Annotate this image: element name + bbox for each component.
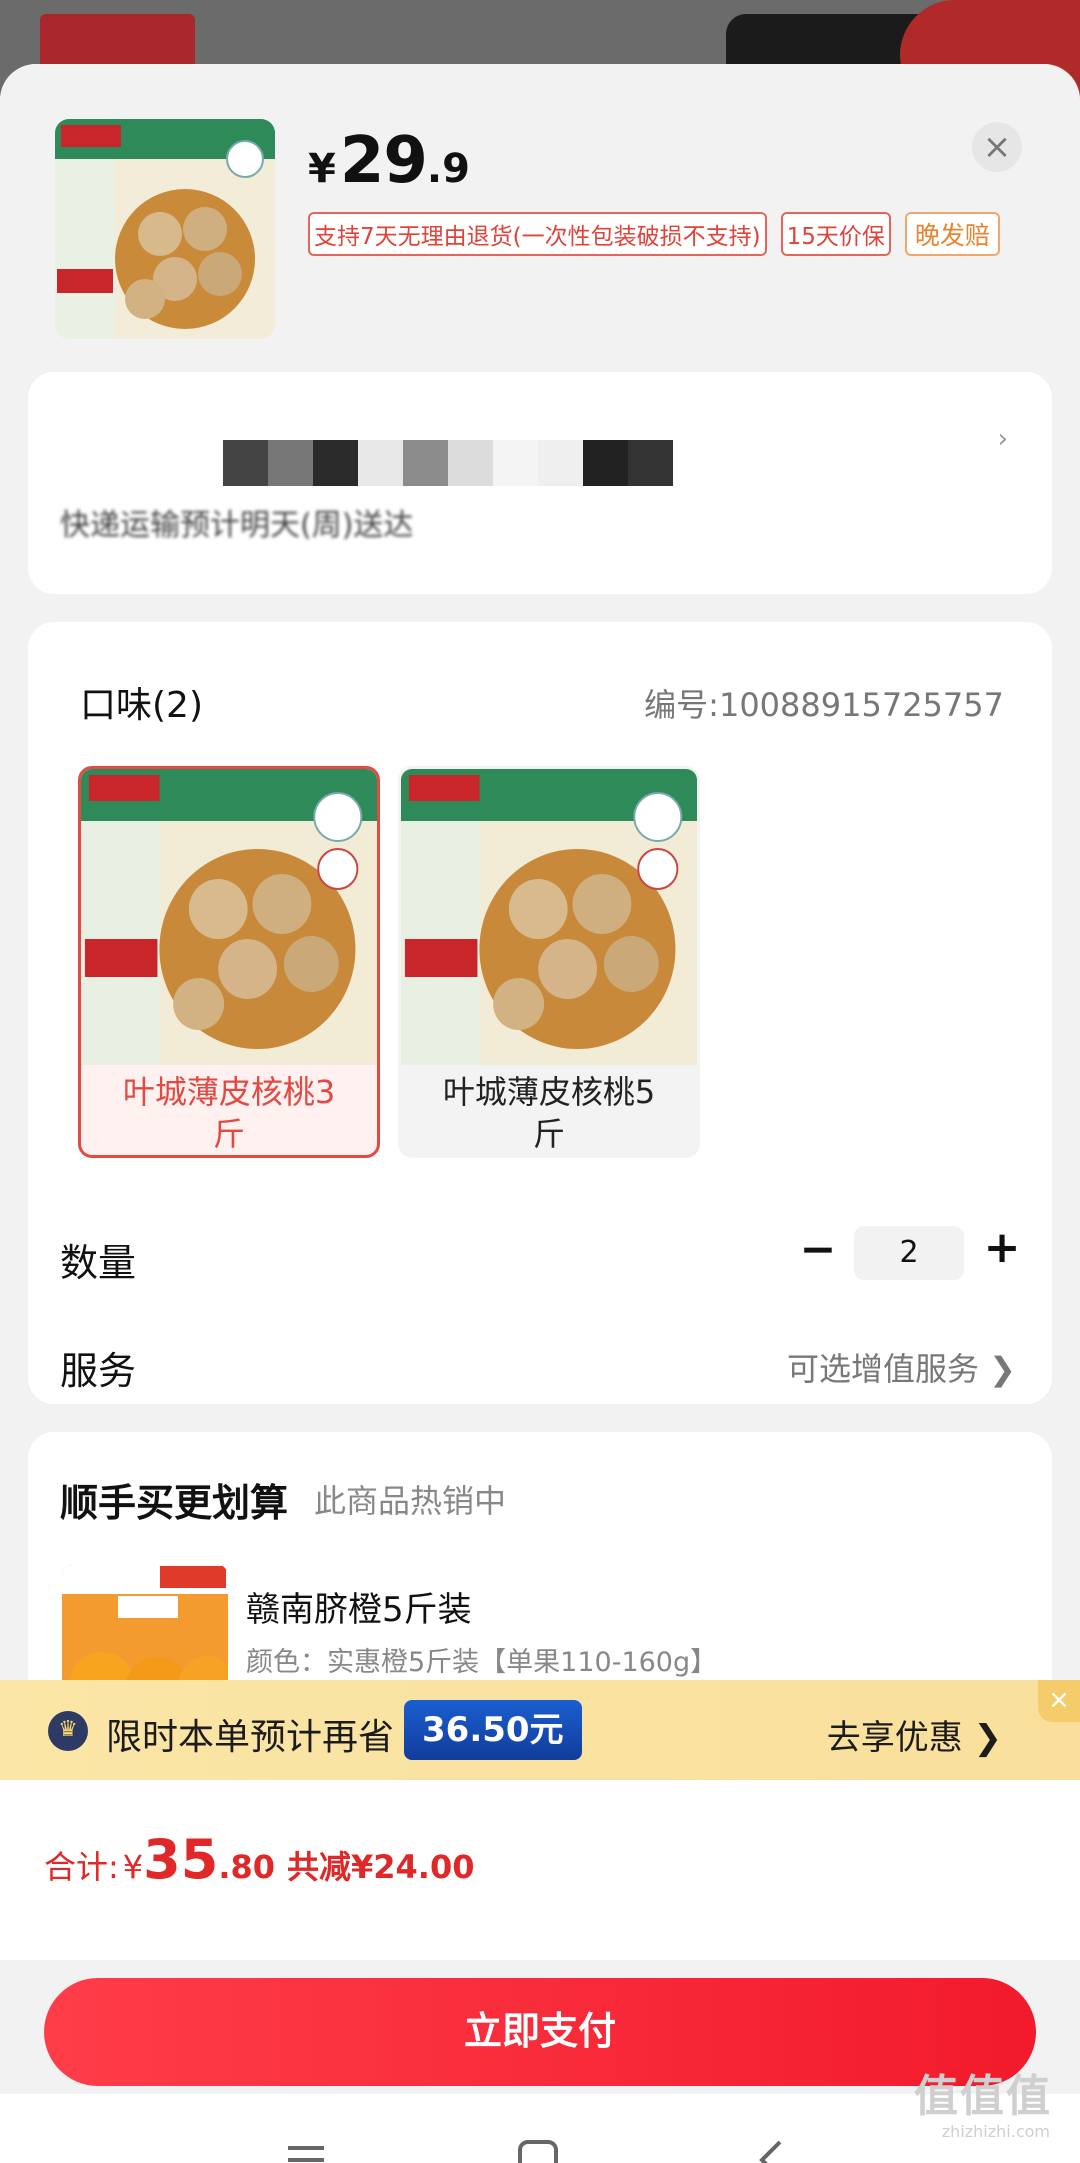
flavor-title: 口味(2) (80, 685, 203, 726)
product-sku: 编号:10088915725757 (644, 686, 1004, 724)
variant-option-3jin[interactable]: 叶城薄皮核桃3斤 (78, 766, 380, 1158)
total-bar: 合计: ¥ 35 .80 共减¥24.00 (0, 1780, 1080, 1960)
cross-sell-card: 顺手买更划算 此商品热销中 赣南脐橙5斤装 颜色：实惠橙5斤装【单果110-16… (28, 1432, 1052, 1692)
delivery-estimate: 快递运输预计明天(周)送达 (60, 508, 414, 543)
promo-amount-badge: 36.50元 (404, 1700, 582, 1760)
purchase-sheet: ¥ 29 .9 × 支持7天无理由退货(一次性包装破损不支持) 15天价保 晚发… (0, 64, 1080, 2163)
product-thumbnail (55, 119, 275, 339)
watermark: 值值值 (914, 2071, 1052, 2122)
variant-option-5jin[interactable]: 叶城薄皮核桃5斤 (398, 766, 700, 1158)
sheet-header: ¥ 29 .9 × 支持7天无理由退货(一次性包装破损不支持) 15天价保 晚发… (0, 64, 1080, 364)
cross-sell-title: 顺手买更划算 (60, 1481, 289, 1525)
product-price: ¥ 29 .9 (308, 124, 470, 198)
back-icon[interactable] (742, 2130, 802, 2163)
price-decimal: .9 (426, 146, 470, 192)
close-icon: × (982, 127, 1012, 167)
cross-sell-subtitle: 此商品热销中 (314, 1482, 507, 1520)
close-button[interactable]: × (972, 122, 1022, 172)
variant-label: 叶城薄皮核桃3斤 (122, 1073, 336, 1153)
quantity-label: 数量 (60, 1241, 137, 1285)
quantity-input[interactable]: 2 (854, 1226, 964, 1280)
cross-sell-item-attr: 颜色：实惠橙5斤装【单果110-160g】 (246, 1647, 718, 1678)
price-integer: 29 (339, 124, 428, 198)
quantity-decrease-button[interactable]: − (796, 1224, 840, 1280)
spec-card: 口味(2) 编号:10088915725757 叶城薄皮核桃3斤 叶城薄皮核桃5… (28, 622, 1052, 1404)
service-tags: 支持7天无理由退货(一次性包装破损不支持) 15天价保 晚发赔 (308, 212, 1000, 256)
price-protect-tag: 15天价保 (780, 212, 891, 256)
address-card[interactable]: 快递运输预计明天(周)送达 › (28, 372, 1052, 594)
watermark-url: zhizhizhi.com (941, 2122, 1050, 2141)
variant-image (401, 769, 697, 1065)
total-decimal: .80 (218, 1848, 275, 1886)
total-saving: 共减¥24.00 (287, 1848, 475, 1886)
quantity-increase-button[interactable]: + (980, 1222, 1024, 1278)
pay-now-button[interactable]: 立即支付 (44, 1978, 1036, 2086)
total-integer: 35 (143, 1828, 219, 1891)
promo-cta[interactable]: 去享优惠 ❯ (827, 1710, 1002, 1759)
return-policy-tag: 支持7天无理由退货(一次性包装破损不支持) (308, 212, 767, 256)
variant-list: 叶城薄皮核桃3斤 叶城薄皮核桃5斤 (78, 766, 700, 1158)
variant-label: 叶城薄皮核桃5斤 (442, 1073, 656, 1153)
service-label: 服务 (60, 1349, 137, 1393)
order-total: 合计: ¥ 35 .80 共减¥24.00 (44, 1828, 475, 1891)
total-currency: ¥ (122, 1848, 144, 1886)
cross-sell-thumbnail[interactable] (62, 1564, 228, 1692)
home-icon[interactable] (508, 2130, 568, 2163)
chevron-right-icon: › (997, 424, 1008, 454)
crown-icon: ♛ (48, 1711, 88, 1751)
cross-sell-item-name[interactable]: 赣南脐橙5斤装 (246, 1582, 472, 1631)
service-selector[interactable]: 可选增值服务 ❯ (787, 1344, 1016, 1390)
variant-image (81, 769, 377, 1065)
redacted-address (223, 440, 698, 486)
promo-banner[interactable]: ♛ 限时本单预计再省 36.50元 去享优惠 ❯ × (0, 1680, 1080, 1780)
total-label: 合计: (44, 1848, 119, 1886)
promo-text: 限时本单预计再省 (106, 1717, 395, 1758)
price-currency: ¥ (308, 146, 336, 192)
late-delivery-tag: 晚发赔 (904, 212, 1000, 256)
menu-icon[interactable] (276, 2130, 336, 2163)
promo-close-button[interactable]: × (1038, 1680, 1080, 1722)
